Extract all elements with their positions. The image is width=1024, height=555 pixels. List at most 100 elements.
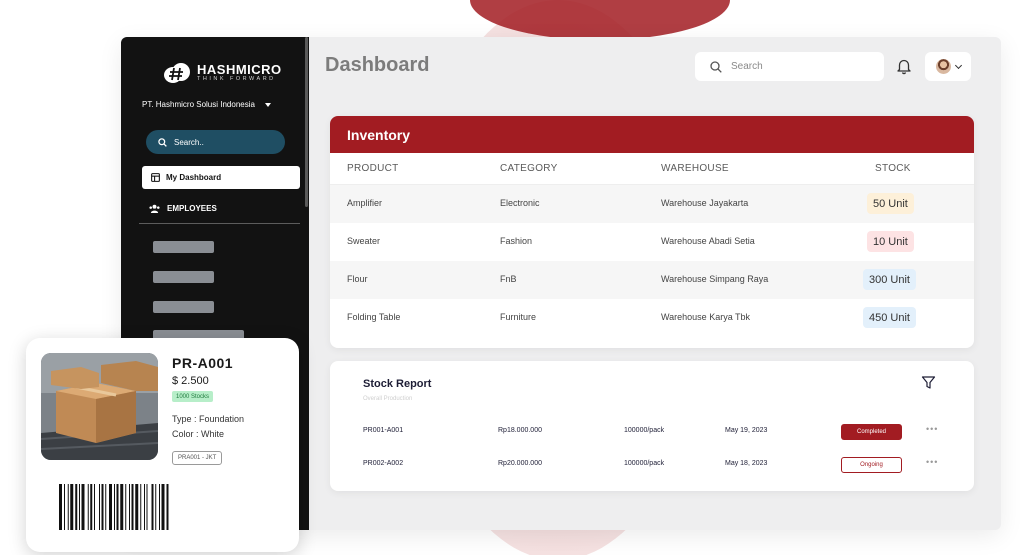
sidebar-section-label: EMPLOYEES	[167, 204, 217, 213]
brand-name: HASHMICRO	[197, 61, 282, 77]
barcode-bar	[144, 484, 145, 530]
users-icon	[149, 204, 160, 213]
report-date: May 19, 2023	[725, 427, 768, 434]
hashmicro-logo-icon	[164, 63, 190, 83]
sidebar-scrollbar[interactable]	[305, 37, 308, 207]
search-placeholder: Search	[731, 61, 763, 72]
barcode-bar	[161, 484, 165, 530]
barcode-bar	[116, 484, 119, 530]
column-header-category: CATEGORY	[500, 163, 558, 174]
caret-down-icon	[264, 102, 271, 107]
brand-tagline: THINK FORWARD	[197, 75, 276, 82]
stock-badge: 1000 Stocks	[172, 391, 214, 402]
status-badge-ongoing: Ongoing	[841, 457, 902, 473]
barcode-bar	[64, 484, 65, 530]
barcode-bar	[151, 484, 154, 530]
barcode	[59, 484, 169, 530]
product-card[interactable]: PR-A001 $ 2.500 1000 Stocks Type : Found…	[26, 338, 299, 552]
sidebar-placeholder-item[interactable]	[153, 271, 214, 283]
profile-menu[interactable]	[925, 52, 971, 81]
sidebar-item-my-dashboard[interactable]: My Dashboard	[142, 166, 300, 189]
column-header-stock: STOCK	[875, 163, 911, 174]
cell-category: Furniture	[500, 312, 537, 322]
product-code: PR-A001	[172, 355, 234, 371]
search-icon	[710, 60, 722, 73]
sidebar-placeholder-item[interactable]	[153, 301, 214, 313]
dashboard-icon	[151, 173, 160, 182]
barcode-bar	[94, 484, 95, 530]
more-options-icon[interactable]: •••	[926, 457, 938, 467]
cell-product: Sweater	[347, 236, 381, 246]
avatar	[935, 59, 951, 74]
cell-product: Folding Table	[347, 312, 401, 322]
chevron-down-icon	[954, 61, 962, 69]
boxes-illustration	[41, 353, 158, 460]
company-selector[interactable]: PT. Hashmicro Solusi Indonesia	[142, 100, 271, 109]
column-header-product: PRODUCT	[347, 163, 399, 174]
stock-report-subtitle: Overall Production	[363, 396, 413, 402]
column-header-warehouse: WAREHOUSE	[661, 163, 729, 174]
bell-icon[interactable]	[895, 57, 913, 75]
barcode-bar	[90, 484, 93, 530]
report-price: Rp18.000.000	[498, 427, 542, 434]
brand-logo[interactable]: HASHMICRO THINK FORWARD	[163, 62, 282, 84]
table-row[interactable]: Amplifier Electronic Warehouse Jayakarta…	[330, 185, 974, 223]
table-row[interactable]: Sweater Fashion Warehouse Abadi Setia 10…	[330, 223, 974, 261]
product-price: $ 2.500	[172, 375, 209, 387]
report-qty: 100000/pack	[624, 427, 665, 434]
search-input[interactable]: Search	[695, 52, 884, 81]
barcode-bar	[155, 484, 157, 530]
stock-badge: 50 Unit	[867, 193, 914, 214]
cell-category: Electronic	[500, 198, 540, 208]
cell-category: FnB	[500, 274, 517, 284]
cell-warehouse: Warehouse Abadi Setia	[661, 236, 755, 246]
report-code: PR002-A002	[363, 460, 404, 467]
barcode-bar	[166, 484, 169, 530]
product-location-tag: PRA001 - JKT	[172, 451, 223, 465]
barcode-bar	[146, 484, 148, 530]
report-code: PR001-A001	[363, 427, 404, 434]
table-row[interactable]: Folding Table Furniture Warehouse Karya …	[330, 299, 974, 337]
barcode-bar	[59, 484, 62, 530]
barcode-bar	[140, 484, 142, 530]
product-type: Type : Foundation	[172, 414, 245, 424]
barcode-bar	[109, 484, 112, 530]
company-name: PT. Hashmicro Solusi Indonesia	[142, 100, 255, 109]
report-qty: 100000/pack	[624, 460, 665, 467]
stock-badge: 450 Unit	[863, 307, 916, 328]
status-badge-completed: Completed	[841, 424, 902, 440]
page-title: Dashboard	[325, 54, 430, 76]
barcode-bar	[101, 484, 104, 530]
filter-icon[interactable]	[921, 375, 936, 390]
stock-report-title: Stock Report	[363, 378, 432, 390]
barcode-bar	[87, 484, 89, 530]
barcode-bar	[129, 484, 130, 530]
sidebar-section-employees[interactable]: EMPLOYEES	[149, 204, 217, 213]
stock-badge: 10 Unit	[867, 231, 914, 252]
barcode-bar	[114, 484, 115, 530]
stock-report-card: Stock Report Overall Production PR001-A0…	[330, 361, 974, 491]
sidebar-placeholder-item[interactable]	[153, 241, 214, 253]
sidebar-search-placeholder: Search..	[174, 137, 204, 147]
cell-warehouse: Warehouse Karya Tbk	[661, 312, 751, 322]
stage: HASHMICRO THINK FORWARD PT. Hashmicro So…	[0, 0, 1024, 555]
more-options-icon[interactable]: •••	[926, 424, 938, 434]
inventory-title: Inventory	[330, 116, 974, 153]
barcode-bar	[131, 484, 134, 530]
table-row[interactable]: Flour FnB Warehouse Simpang Raya 300 Uni…	[330, 261, 974, 299]
barcode-bar	[81, 484, 85, 530]
sidebar-search[interactable]: Search..	[146, 130, 285, 154]
inventory-card: Inventory PRODUCT CATEGORY WAREHOUSE STO…	[330, 116, 974, 348]
barcode-bar	[67, 484, 69, 530]
inventory-header-row: PRODUCT CATEGORY WAREHOUSE STOCK	[330, 153, 974, 185]
barcode-bar	[120, 484, 124, 530]
report-date: May 18, 2023	[725, 460, 768, 467]
product-image	[41, 353, 158, 460]
stock-badge: 300 Unit	[863, 269, 916, 290]
product-color: Color : White	[172, 429, 225, 439]
barcode-bar	[75, 484, 78, 530]
sidebar-item-label: My Dashboard	[166, 173, 222, 182]
cell-warehouse: Warehouse Jayakarta	[661, 198, 749, 208]
search-icon	[158, 137, 167, 147]
report-price: Rp20.000.000	[498, 460, 542, 467]
